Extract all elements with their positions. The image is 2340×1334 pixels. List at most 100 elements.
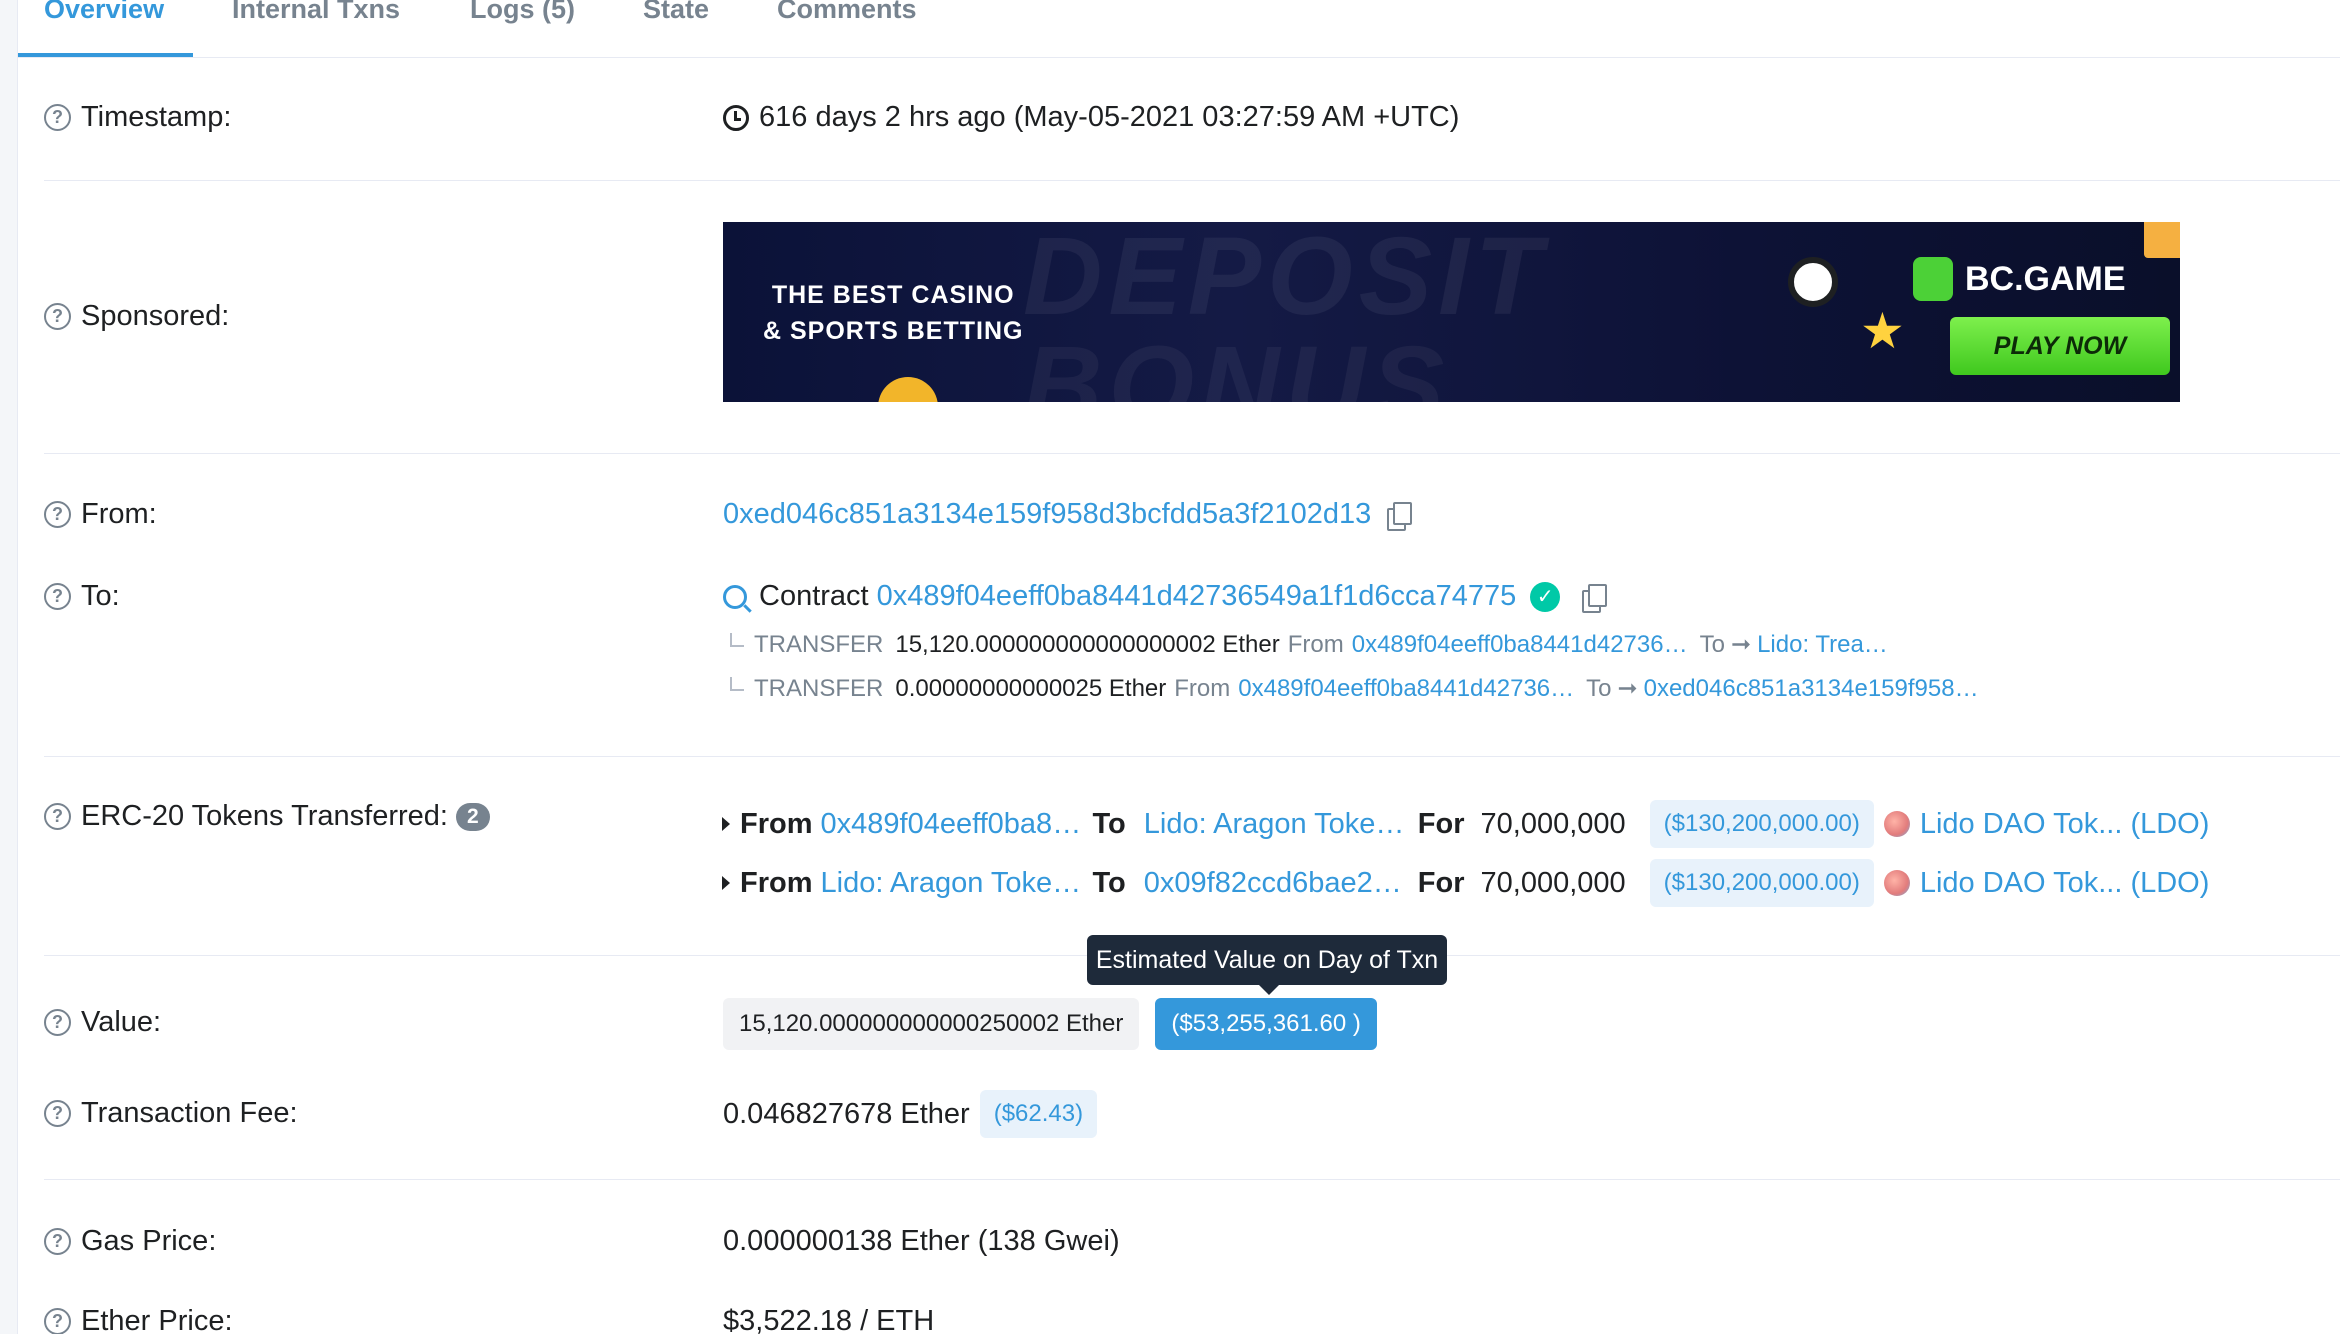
star-icon: ★ [1860, 303, 1905, 359]
tab-logs[interactable]: Logs (5) [470, 0, 575, 25]
banner-headline-line1: THE BEST CASINO [771, 281, 1015, 309]
bcgame-logo-icon [1913, 257, 1953, 301]
arrow-right-icon: ➞ [1730, 631, 1752, 658]
from-label: From: [81, 498, 157, 530]
brand-name: BC.GAME [1965, 259, 2126, 298]
erc20-usd-badge: ($130,200,000.00) [1649, 859, 1874, 907]
to-contract-link[interactable]: 0x489f04eeff0ba8441d42736549a1f1d6cca747… [877, 580, 1517, 613]
question-icon[interactable]: ? [44, 1100, 71, 1127]
value-label-row: ? Value: [44, 1006, 161, 1039]
caret-right-icon[interactable] [722, 817, 730, 831]
erc20-from-link[interactable]: Lido: Aragon Toke… [821, 867, 1093, 900]
copy-icon[interactable] [1582, 583, 1608, 613]
copy-icon[interactable] [1387, 501, 1413, 531]
lido-token-icon [1883, 811, 1910, 837]
fee-label-row: ? Transaction Fee: [44, 1097, 298, 1130]
erc20-amount: 70,000,000 [1480, 807, 1626, 840]
transfer-to-link[interactable]: 0xed046c851a3134e159f958… [1644, 675, 1979, 703]
fee-usd-badge: ($62.43) [979, 1090, 1098, 1138]
tree-elbow-icon [730, 632, 744, 647]
to-label-row: ? To: [44, 580, 120, 613]
erc20-for-keyword: For [1417, 866, 1465, 899]
ad-info-icon[interactable] [2144, 222, 2180, 258]
question-icon[interactable]: ? [44, 1308, 71, 1334]
erc20-transfer-row: From Lido: Aragon Toke… To 0x09f82ccd6ba… [722, 859, 2209, 907]
tab-bar: Overview Internal Txns Logs (5) State Co… [18, 0, 2340, 58]
transfer-from-link[interactable]: 0x489f04eeff0ba8441d42736… [1352, 631, 1688, 659]
timestamp-value: 616 days 2 hrs ago (May-05-2021 03:27:59… [759, 101, 1460, 133]
value-label: Value: [81, 1006, 162, 1038]
tree-elbow-icon [730, 676, 744, 691]
lido-token-icon [1883, 870, 1910, 896]
transfer-to-keyword: To [1699, 630, 1725, 658]
brand-logo: BC.GAME [1913, 257, 2126, 301]
question-icon[interactable]: ? [44, 501, 71, 528]
transfer-keyword: TRANSFER [754, 674, 884, 702]
from-address-link[interactable]: 0xed046c851a3134e159f958d3bcfdd5a3f2102d… [723, 498, 1371, 531]
coin-icon [878, 377, 938, 402]
erc20-amount: 70,000,000 [1480, 866, 1626, 899]
clock-icon [723, 104, 749, 131]
erc20-from-keyword: From [740, 807, 813, 840]
erc20-count-badge: 2 [455, 802, 490, 831]
contract-search-icon[interactable] [723, 584, 747, 609]
from-value-row: 0xed046c851a3134e159f958d3bcfdd5a3f2102d… [723, 498, 1413, 531]
verified-check-icon: ✓ [1530, 581, 1561, 612]
timestamp-label-row: ? Timestamp: [44, 101, 231, 134]
transfer-amount: 15,120.000000000000000002 Ether [895, 630, 1280, 658]
erc20-from-keyword: From [740, 866, 813, 899]
question-icon[interactable]: ? [44, 303, 71, 330]
tab-internal-txns[interactable]: Internal Txns [232, 0, 400, 25]
divider [44, 453, 2340, 454]
value-ether-badge: 15,120.000000000000250002 Ether [723, 998, 1140, 1050]
timestamp-value-row: 616 days 2 hrs ago (May-05-2021 03:27:59… [723, 101, 1459, 134]
tab-overview[interactable]: Overview [44, 0, 164, 25]
banner-headline: THE BEST CASINO & SPORTS BETTING [763, 277, 1023, 349]
contract-prefix: Contract [759, 580, 869, 612]
divider [44, 756, 2340, 757]
sponsored-banner[interactable]: DEPOSIT BONUS THE BEST CASINO & SPORTS B… [723, 222, 2180, 402]
erc20-token-link[interactable]: Lido DAO Tok... (LDO) [1920, 867, 2210, 900]
internal-transfer-row: TRANSFER 15,120.000000000000000002 Ether… [730, 630, 1888, 659]
sponsored-label: Sponsored: [81, 300, 230, 332]
erc20-token-link[interactable]: Lido DAO Tok... (LDO) [1920, 808, 2210, 841]
divider [44, 180, 2340, 181]
question-icon[interactable]: ? [44, 803, 71, 830]
to-value-row: Contract 0x489f04eeff0ba8441d42736549a1f… [723, 580, 1608, 613]
play-now-button[interactable]: PLAY NOW [1950, 317, 2170, 375]
erc20-label-row: ? ERC-20 Tokens Transferred: 2 [44, 800, 490, 833]
erc20-for-keyword: For [1417, 807, 1465, 840]
gas-value-row: 0.000000138 Ether (138 Gwei) [723, 1225, 1120, 1258]
value-row: 15,120.000000000000250002 Ether ($53,255… [723, 998, 1377, 1050]
transfer-from-link[interactable]: 0x489f04eeff0ba8441d42736… [1238, 675, 1574, 703]
question-icon[interactable]: ? [44, 1228, 71, 1255]
fee-label: Transaction Fee: [81, 1097, 298, 1129]
ether-price-label-row: ? Ether Price: [44, 1305, 233, 1334]
active-tab-indicator [18, 53, 193, 57]
transfer-to-link[interactable]: Lido: Trea… [1757, 631, 1888, 659]
question-icon[interactable]: ? [44, 1009, 71, 1036]
ether-price-value: $3,522.18 / ETH [723, 1305, 935, 1334]
question-icon[interactable]: ? [44, 104, 71, 131]
erc20-to-link[interactable]: Lido: Aragon Toke… [1144, 808, 1418, 841]
transfer-keyword: TRANSFER [754, 630, 884, 658]
value-usd-badge[interactable]: ($53,255,361.60 ) [1155, 998, 1377, 1050]
caret-right-icon[interactable] [722, 876, 730, 890]
tab-comments[interactable]: Comments [777, 0, 917, 25]
from-label-row: ? From: [44, 498, 157, 531]
timestamp-label: Timestamp: [81, 101, 232, 133]
question-icon[interactable]: ? [44, 583, 71, 610]
erc20-to-link[interactable]: 0x09f82ccd6bae2… [1144, 867, 1418, 900]
gas-label: Gas Price: [81, 1225, 217, 1257]
left-gutter [0, 0, 18, 1334]
tab-state[interactable]: State [643, 0, 709, 25]
to-label: To: [81, 580, 120, 612]
gas-value: 0.000000138 Ether (138 Gwei) [723, 1225, 1120, 1257]
internal-transfer-row: TRANSFER 0.00000000000025 Ether From 0x4… [730, 674, 1979, 703]
banner-ghost-text-2: BONUS [1023, 324, 1451, 402]
divider [44, 1179, 2340, 1180]
gas-label-row: ? Gas Price: [44, 1225, 216, 1258]
erc20-from-link[interactable]: 0x489f04eeff0ba8… [821, 808, 1093, 841]
erc20-transfer-row: From 0x489f04eeff0ba8… To Lido: Aragon T… [722, 800, 2209, 848]
erc20-to-keyword: To [1092, 807, 1126, 840]
